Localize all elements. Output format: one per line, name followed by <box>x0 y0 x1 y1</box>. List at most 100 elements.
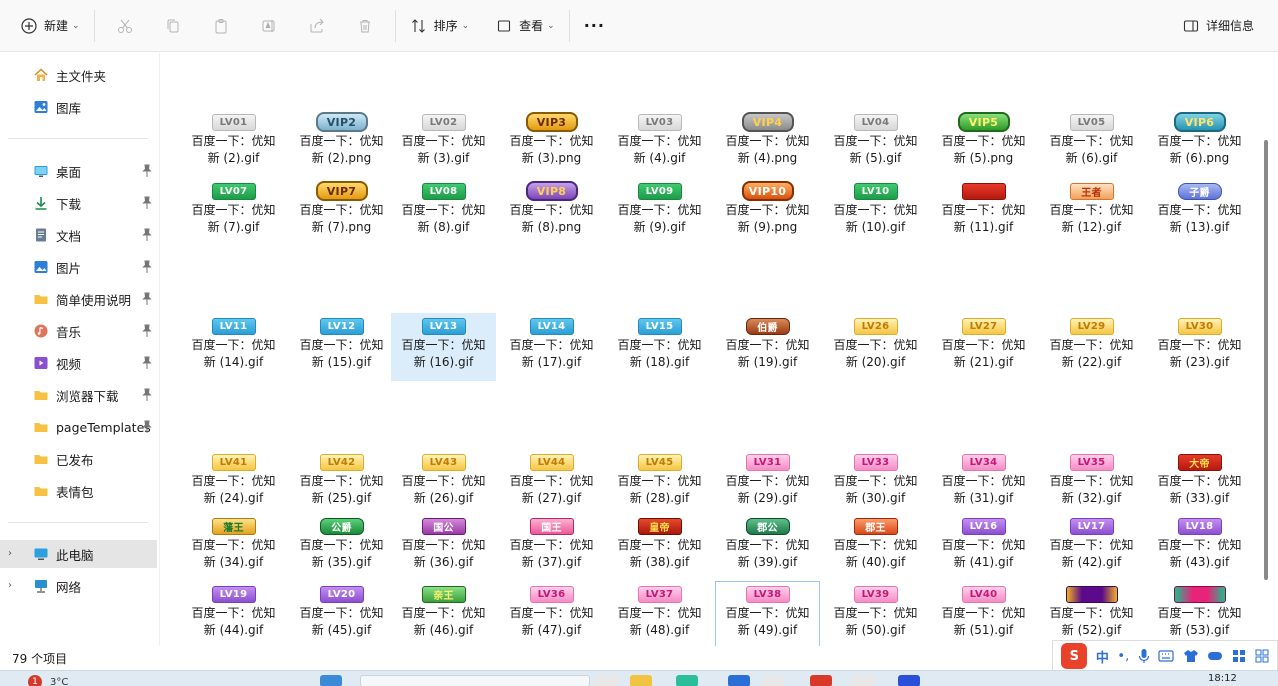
file-item[interactable]: VIP8 百度一下：优知 新 (8).png <box>499 178 604 246</box>
file-item[interactable]: LV07 百度一下：优知 新 (7).gif <box>181 178 286 246</box>
file-item[interactable]: VIP2 百度一下：优知 新 (2).png <box>289 109 394 177</box>
share-button[interactable] <box>293 8 341 44</box>
file-item[interactable]: LV35 百度一下：优知 新 (32).gif <box>1039 449 1144 517</box>
file-item[interactable]: LV13 百度一下：优知 新 (16).gif <box>391 313 496 381</box>
cut-button[interactable] <box>101 8 149 44</box>
file-item[interactable]: LV27 百度一下：优知 新 (21).gif <box>931 313 1036 381</box>
copy-button[interactable] <box>149 8 197 44</box>
file-item[interactable]: LV30 百度一下：优知 新 (23).gif <box>1147 313 1252 381</box>
punctuation-icon[interactable]: •, <box>1117 649 1129 664</box>
skin-icon[interactable] <box>1183 649 1199 663</box>
clock[interactable]: 18:12 <box>1208 673 1237 684</box>
file-item[interactable]: LV45 百度一下：优知 新 (28).gif <box>607 449 712 517</box>
gamepad-icon[interactable] <box>1207 650 1223 662</box>
file-item[interactable]: LV42 百度一下：优知 新 (25).gif <box>289 449 394 517</box>
file-item[interactable]: LV12 百度一下：优知 新 (15).gif <box>289 313 394 381</box>
sidebar-item-folder[interactable]: 浏览器下载 <box>0 381 157 409</box>
file-item[interactable]: 大帝 百度一下：优知 新 (33).gif <box>1147 449 1252 517</box>
file-item[interactable]: LV14 百度一下：优知 新 (17).gif <box>499 313 604 381</box>
file-item[interactable]: LV37 百度一下：优知 新 (48).gif <box>607 581 712 649</box>
taskbar-app-icon[interactable] <box>762 675 784 686</box>
sidebar-item-videos[interactable]: 视频 <box>0 349 157 377</box>
file-item[interactable]: 国王 百度一下：优知 新 (37).gif <box>499 513 604 581</box>
microphone-icon[interactable] <box>1138 648 1150 664</box>
delete-button[interactable] <box>341 8 389 44</box>
file-item[interactable]: LV39 百度一下：优知 新 (50).gif <box>823 581 928 649</box>
file-item[interactable]: LV41 百度一下：优知 新 (24).gif <box>181 449 286 517</box>
file-item[interactable]: 伯爵 百度一下：优知 新 (19).gif <box>715 313 820 381</box>
file-item[interactable]: 郡公 百度一下：优知 新 (39).gif <box>715 513 820 581</box>
task-view-icon[interactable] <box>596 675 618 686</box>
file-list-view[interactable]: LV01 百度一下：优知 新 (2).gif VIP2 百度一下：优知 新 (2).p… <box>160 53 1263 649</box>
file-item[interactable]: LV40 百度一下：优知 新 (51).gif <box>931 581 1036 649</box>
sidebar-item-folder[interactable]: 简单使用说明 <box>0 285 157 313</box>
file-item[interactable]: LV19 百度一下：优知 新 (44).gif <box>181 581 286 649</box>
grid-menu-icon[interactable] <box>1255 649 1269 663</box>
sidebar-item-music[interactable]: 音乐 <box>0 317 157 345</box>
taskbar-app-icon[interactable] <box>852 675 874 686</box>
file-item[interactable]: LV33 百度一下：优知 新 (30).gif <box>823 449 928 517</box>
edge-icon[interactable] <box>676 675 698 686</box>
file-item[interactable]: 皇帝 百度一下：优知 新 (38).gif <box>607 513 712 581</box>
sogou-logo-icon[interactable]: S <box>1061 643 1088 669</box>
file-item[interactable]: LV16 百度一下：优知 新 (41).gif <box>931 513 1036 581</box>
keyboard-icon[interactable] <box>1158 650 1174 662</box>
taskbar-app-icon[interactable] <box>898 675 920 686</box>
file-item[interactable]: VIP4 百度一下：优知 新 (4).png <box>715 109 820 177</box>
sidebar-item-folder[interactable]: 已发布 <box>0 445 157 473</box>
file-item[interactable]: 子爵 百度一下：优知 新 (13).gif <box>1147 178 1252 246</box>
file-item[interactable]: LV09 百度一下：优知 新 (9).gif <box>607 178 712 246</box>
rename-button[interactable] <box>245 8 293 44</box>
file-item[interactable]: LV08 百度一下：优知 新 (8).gif <box>391 178 496 246</box>
taskbar-app-icon[interactable] <box>810 675 832 686</box>
file-item[interactable]: LV31 百度一下：优知 新 (29).gif <box>715 449 820 517</box>
file-item[interactable]: LV04 百度一下：优知 新 (5).gif <box>823 109 928 177</box>
sidebar-item-pictures[interactable]: 图片 <box>0 253 157 281</box>
file-item[interactable]: LV03 百度一下：优知 新 (4).gif <box>607 109 712 177</box>
sidebar-item-downloads[interactable]: 下载 <box>0 189 157 217</box>
file-explorer-taskbar-icon[interactable] <box>630 675 652 686</box>
taskbar-search-box[interactable] <box>360 675 590 686</box>
file-item[interactable]: LV15 百度一下：优知 新 (18).gif <box>607 313 712 381</box>
file-item[interactable]: 百度一下：优知 新 (11).gif <box>931 178 1036 246</box>
file-item[interactable]: LV38 百度一下：优知 新 (49).gif <box>715 581 820 649</box>
file-item[interactable]: LV18 百度一下：优知 新 (43).gif <box>1147 513 1252 581</box>
sidebar-item-folder[interactable]: 表情包 <box>0 477 157 505</box>
weather-widget[interactable]: 1 3°C <box>28 675 68 686</box>
file-item[interactable]: 国公 百度一下：优知 新 (36).gif <box>391 513 496 581</box>
sidebar-item-documents[interactable]: 文档 <box>0 221 157 249</box>
sidebar-item-network[interactable]: › 网络 <box>0 572 157 600</box>
file-item[interactable]: VIP5 百度一下：优知 新 (5).png <box>931 109 1036 177</box>
file-item[interactable]: LV26 百度一下：优知 新 (20).gif <box>823 313 928 381</box>
vertical-scrollbar[interactable] <box>1264 140 1268 580</box>
file-item[interactable]: VIP6 百度一下：优知 新 (6).png <box>1147 109 1252 177</box>
file-item[interactable]: LV43 百度一下：优知 新 (26).gif <box>391 449 496 517</box>
file-item[interactable]: LV44 百度一下：优知 新 (27).gif <box>499 449 604 517</box>
sidebar-item-folder[interactable]: pageTemplates <box>0 413 157 441</box>
start-icon[interactable] <box>320 675 342 686</box>
new-button[interactable]: 新建 ⌄ <box>12 8 88 44</box>
file-item[interactable]: LV20 百度一下：优知 新 (45).gif <box>289 581 394 649</box>
sort-button[interactable]: 排序 ⌄ <box>402 8 478 44</box>
file-item[interactable]: 王者 百度一下：优知 新 (12).gif <box>1039 178 1144 246</box>
sidebar-item-desktop[interactable]: 桌面 <box>0 157 157 185</box>
chevron-right-icon[interactable]: › <box>8 548 12 559</box>
file-item[interactable]: LV01 百度一下：优知 新 (2).gif <box>181 109 286 177</box>
file-item[interactable]: 公爵 百度一下：优知 新 (35).gif <box>289 513 394 581</box>
file-item[interactable]: VIP10 百度一下：优知 新 (9).png <box>715 178 820 246</box>
file-item[interactable]: LV11 百度一下：优知 新 (14).gif <box>181 313 286 381</box>
more-options-button[interactable]: ··· <box>576 8 613 44</box>
file-item[interactable]: VIP7 百度一下：优知 新 (7).png <box>289 178 394 246</box>
toolbox-icon[interactable] <box>1232 649 1246 663</box>
file-item[interactable]: 亲王 百度一下：优知 新 (46).gif <box>391 581 496 649</box>
file-item[interactable]: 百度一下：优知 新 (53).gif <box>1147 581 1252 649</box>
file-item[interactable]: LV02 百度一下：优知 新 (3).gif <box>391 109 496 177</box>
file-item[interactable]: 百度一下：优知 新 (52).gif <box>1039 581 1144 649</box>
file-item[interactable]: LV36 百度一下：优知 新 (47).gif <box>499 581 604 649</box>
sidebar-item-home[interactable]: 主文件夹 <box>0 61 157 89</box>
file-item[interactable]: LV10 百度一下：优知 新 (10).gif <box>823 178 928 246</box>
store-icon[interactable] <box>728 675 750 686</box>
file-item[interactable]: VIP3 百度一下：优知 新 (3).png <box>499 109 604 177</box>
sidebar-item-this-pc[interactable]: › 此电脑 <box>0 540 157 568</box>
file-item[interactable]: LV34 百度一下：优知 新 (31).gif <box>931 449 1036 517</box>
